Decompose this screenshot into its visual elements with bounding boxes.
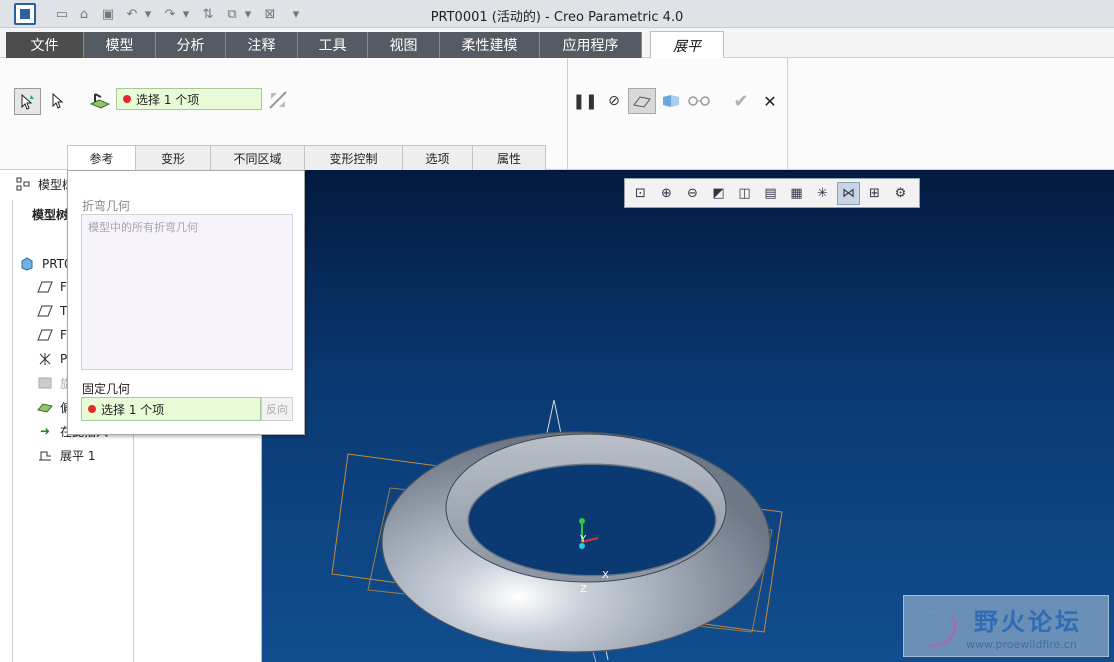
tab-model[interactable]: 模型 (84, 32, 156, 58)
zoom-in-icon[interactable]: ⊕ (655, 182, 678, 205)
tab-applications[interactable]: 应用程序 (540, 32, 642, 58)
subtab-references[interactable]: 参考 (67, 145, 136, 171)
references-panel: 折弯几何 模型中的所有折弯几何 固定几何 选择 1 个项 反向 (67, 170, 305, 435)
dashboard-subtabs: 参考 变形 不同区域 变形控制 选项 属性 (67, 145, 546, 171)
title-bar: ▭ ⌂ ▣ ↶ ▾ ↷ ▾ ⇅ ⧉ ▾ ⊠ ▾ PRT0001 (活动的) - … (0, 0, 1114, 28)
tree-item-datum-plane-2[interactable]: T (36, 301, 67, 321)
datum-plane-icon (36, 327, 54, 343)
pause-icon[interactable]: ❚❚ (572, 90, 597, 112)
offset-icon (36, 399, 54, 415)
zoom-out-icon[interactable]: ⊖ (681, 182, 704, 205)
flip-direction-icon[interactable] (266, 88, 290, 112)
spin-center-icon[interactable]: ⋈ (837, 181, 860, 205)
reverse-button[interactable]: 反向 (261, 397, 293, 421)
undo-icon[interactable]: ↶ (122, 4, 142, 24)
repaint-icon[interactable]: ◩ (707, 182, 730, 205)
tab-tools[interactable]: 工具 (298, 32, 368, 58)
reference-select-label: 选择 1 个项 (136, 92, 200, 107)
watermark-title: 野火论坛 (974, 607, 1082, 636)
windows-dropdown-icon[interactable]: ▾ (242, 4, 254, 24)
view-manager-icon[interactable]: ▦ (785, 182, 808, 205)
required-dot-icon (88, 405, 96, 413)
verify-glasses-icon[interactable] (686, 90, 712, 112)
tree-item-flatten[interactable]: 展平 1 (36, 445, 95, 465)
tab-file[interactable]: 文件 (6, 32, 84, 58)
new-file-icon[interactable]: ▭ (52, 4, 72, 24)
fixed-geometry-collector[interactable]: 选择 1 个项 (81, 397, 261, 421)
tree-item-datum-plane-3[interactable]: F (36, 325, 67, 345)
ribbon-tab-bar: 文件 模型 分析 注释 工具 视图 柔性建模 应用程序 展平 (0, 28, 1114, 59)
watermark: 野火论坛 www.proewildfire.cn (903, 595, 1109, 657)
static-preview-icon[interactable] (628, 88, 656, 114)
display-style-icon[interactable]: ◫ (733, 182, 756, 205)
axis-z-label: Z (580, 584, 587, 595)
insert-arrow-icon: ➜ (39, 424, 51, 438)
model-graphics: Y X Z (331, 399, 783, 662)
fixed-geometry-label: 固定几何 (82, 382, 131, 396)
axis-x-label: X (602, 570, 609, 581)
close-window-icon[interactable]: ⊠ (260, 4, 280, 24)
dynamic-preview-icon[interactable] (659, 90, 683, 112)
cancel-x-icon[interactable]: ✕ (759, 89, 781, 113)
model-tree-tab[interactable]: 模型树 (32, 204, 68, 224)
csys-icon (36, 351, 54, 367)
datum-plane-icon (36, 303, 54, 319)
tab-flatten[interactable]: 展平 (650, 31, 724, 59)
fixed-geometry-select-label: 选择 1 个项 (101, 402, 165, 417)
watermark-url: www.proewildfire.cn (966, 638, 1077, 651)
tree-item-csys[interactable]: P (36, 349, 67, 369)
tree-item-datum-plane-1[interactable]: F (36, 277, 67, 297)
tree-structure-icon (14, 176, 32, 192)
graphics-toolbar: ⊡ ⊕ ⊖ ◩ ◫ ▤ ▦ ✳ ⋈ ⊞ ⚙ (624, 178, 920, 208)
surface-select-icon[interactable] (88, 88, 112, 112)
app-icon[interactable] (14, 3, 36, 25)
tab-flexible-modeling[interactable]: 柔性建模 (440, 32, 540, 58)
required-dot-icon (123, 95, 131, 103)
select-arrow-filter-icon[interactable] (14, 88, 41, 115)
graphics-viewport[interactable]: Y X Z ⊡ ⊕ ⊖ ◩ ◫ ▤ ▦ ✳ ⋈ ⊞ ⚙ 野火论坛 www.pro… (262, 170, 1114, 662)
tab-analysis[interactable]: 分析 (156, 32, 226, 58)
tab-view[interactable]: 视图 (368, 32, 440, 58)
appearance-icon[interactable]: ⚙ (889, 182, 912, 205)
subtab-distinct-areas[interactable]: 不同区域 (211, 145, 305, 171)
tab-annotate[interactable]: 注释 (226, 32, 298, 58)
forum-logo-icon (915, 610, 957, 647)
annotation-display-icon[interactable]: ⊞ (863, 182, 886, 205)
revolve-icon (36, 375, 54, 391)
subtab-options[interactable]: 选项 (403, 145, 473, 171)
open-folder-icon[interactable]: ⌂ (74, 4, 94, 24)
refit-icon[interactable]: ⊡ (629, 182, 652, 205)
redo-icon[interactable]: ↷ (160, 4, 180, 24)
axis-y-label: Y (579, 534, 587, 545)
bend-geometry-collector[interactable]: 模型中的所有折弯几何 (81, 214, 293, 370)
flatten-icon (36, 447, 54, 463)
bend-geometry-label: 折弯几何 (82, 199, 131, 213)
saved-orientations-icon[interactable]: ▤ (759, 182, 782, 205)
redo-dropdown-icon[interactable]: ▾ (180, 4, 192, 24)
datum-display-icon[interactable]: ✳ (811, 182, 834, 205)
subtab-deformation-control[interactable]: 变形控制 (305, 145, 403, 171)
reference-select-collector[interactable]: 选择 1 个项 (116, 88, 262, 110)
save-icon[interactable]: ▣ (98, 4, 118, 24)
customize-toolbar-icon[interactable]: ▾ (286, 4, 306, 24)
select-arrow-icon[interactable] (46, 88, 70, 114)
bend-geometry-value: 模型中的所有折弯几何 (88, 221, 198, 234)
undo-dropdown-icon[interactable]: ▾ (142, 4, 154, 24)
subtab-deformation[interactable]: 变形 (136, 145, 211, 171)
regenerate-icon[interactable]: ⇅ (198, 4, 218, 24)
windows-icon[interactable]: ⧉ (222, 4, 242, 24)
subtab-properties[interactable]: 属性 (473, 145, 546, 171)
no-preview-icon[interactable]: ⊘ (603, 90, 625, 112)
tree-item-part[interactable]: PRT0 (18, 254, 72, 274)
model-tree-header[interactable]: 模型树 (14, 174, 74, 194)
part-icon (18, 256, 36, 272)
apply-check-icon[interactable]: ✔ (730, 89, 752, 113)
datum-plane-icon (36, 279, 54, 295)
